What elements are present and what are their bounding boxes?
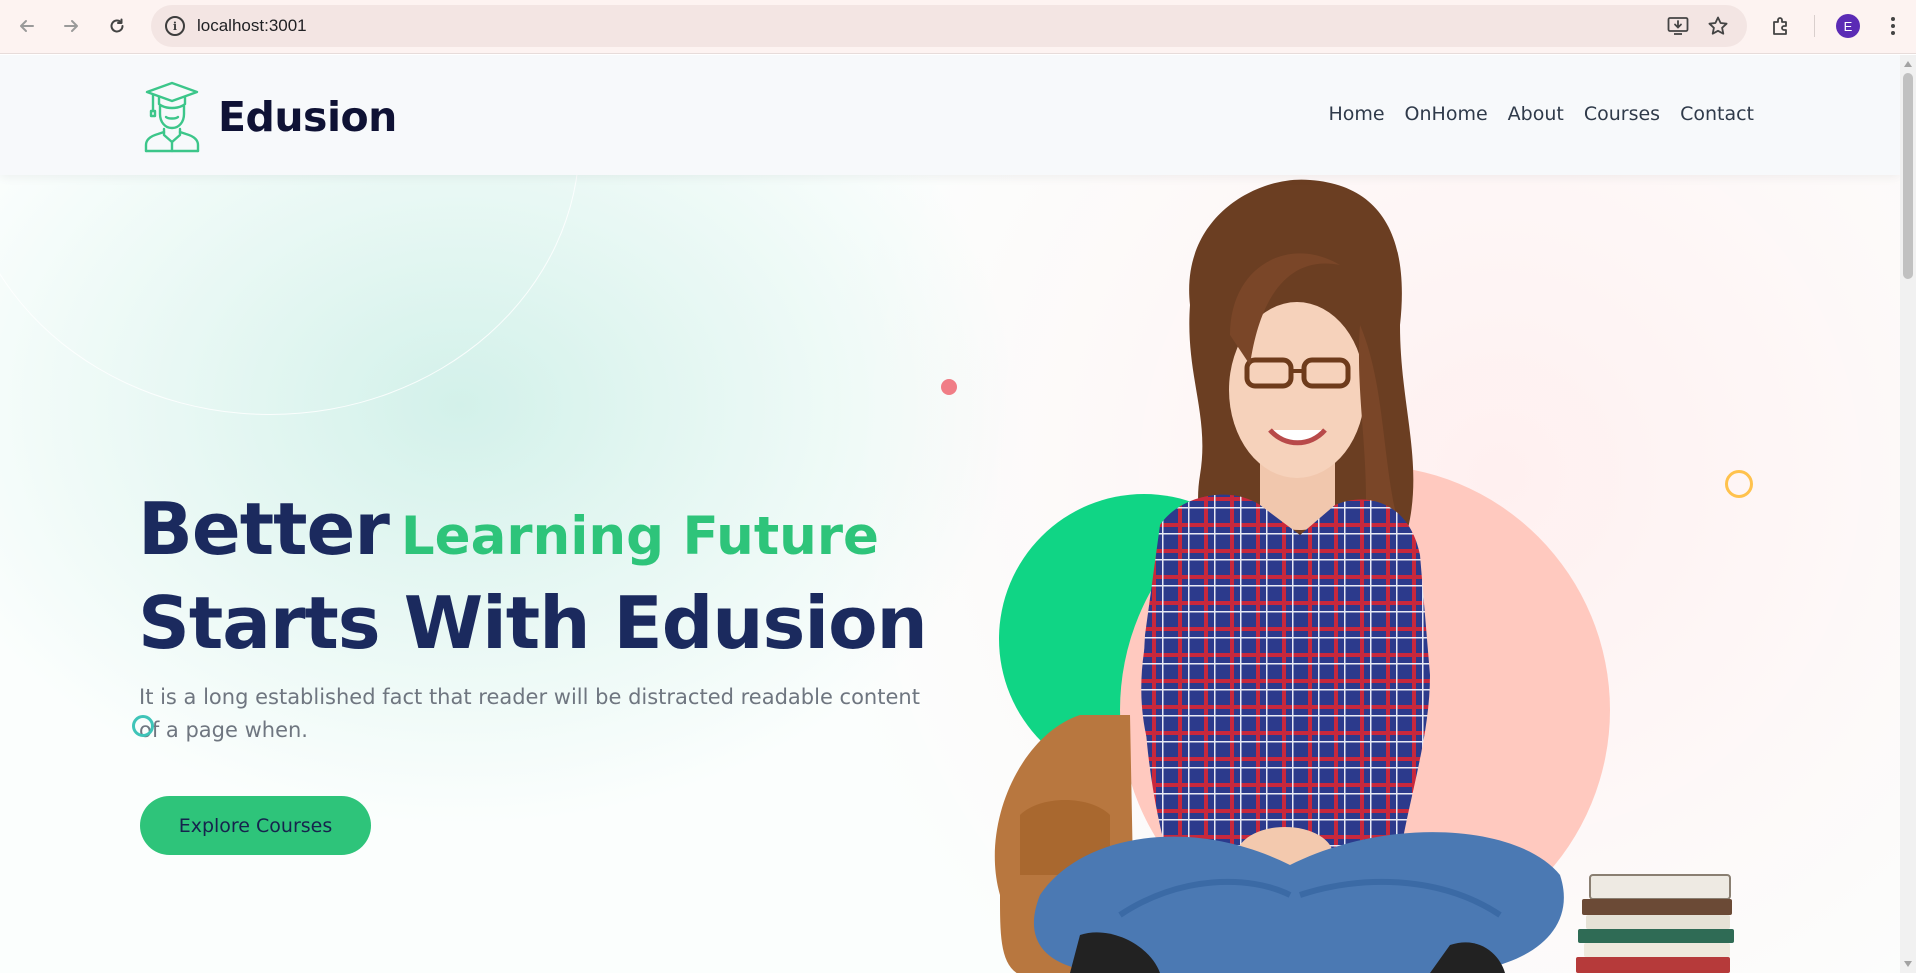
address-bar[interactable]: i localhost:3001 [151, 5, 1747, 47]
browser-toolbar: i localhost:3001 E [0, 0, 1916, 54]
url-text[interactable]: localhost:3001 [197, 16, 307, 36]
site-header: Edusion Home OnHome About Courses Contac… [0, 55, 1900, 175]
bookmark-star-icon[interactable] [1706, 14, 1730, 38]
kebab-menu-icon[interactable] [1878, 11, 1908, 41]
scroll-down-arrow-icon[interactable] [1904, 961, 1912, 967]
decorative-dot [941, 379, 957, 395]
hero-image [960, 175, 1760, 973]
brand-name[interactable]: Edusion [218, 93, 397, 141]
page-viewport: Edusion Home OnHome About Courses Contac… [0, 55, 1900, 973]
extensions-icon[interactable] [1766, 11, 1796, 41]
main-nav: Home OnHome About Courses Contact [1328, 103, 1754, 125]
forward-icon[interactable] [56, 11, 86, 41]
toolbar-divider [1814, 15, 1815, 37]
graduate-logo-icon[interactable] [142, 81, 202, 153]
scroll-up-arrow-icon[interactable] [1904, 61, 1912, 67]
nav-about[interactable]: About [1508, 103, 1564, 125]
scroll-thumb[interactable] [1903, 73, 1913, 279]
decorative-ring-teal [132, 715, 154, 737]
page-scrollbar[interactable] [1900, 55, 1916, 973]
install-app-icon[interactable] [1666, 14, 1690, 38]
hero-headline-line2: Starts With Edusion [138, 581, 928, 665]
hero-headline: Better Learning Future [138, 487, 879, 571]
nav-courses[interactable]: Courses [1584, 103, 1660, 125]
reload-icon[interactable] [102, 11, 132, 41]
nav-home[interactable]: Home [1328, 103, 1384, 125]
headline-highlight: Learning Future [400, 506, 879, 567]
headline-word-better: Better [138, 487, 390, 571]
back-icon[interactable] [12, 11, 42, 41]
student-illustration [994, 179, 1734, 973]
hero-description: It is a long established fact that reade… [139, 685, 920, 742]
explore-courses-button[interactable]: Explore Courses [140, 796, 371, 855]
nav-onhome[interactable]: OnHome [1405, 103, 1488, 125]
nav-contact[interactable]: Contact [1680, 103, 1754, 125]
profile-avatar[interactable]: E [1836, 14, 1860, 38]
site-info-icon[interactable]: i [165, 16, 185, 36]
